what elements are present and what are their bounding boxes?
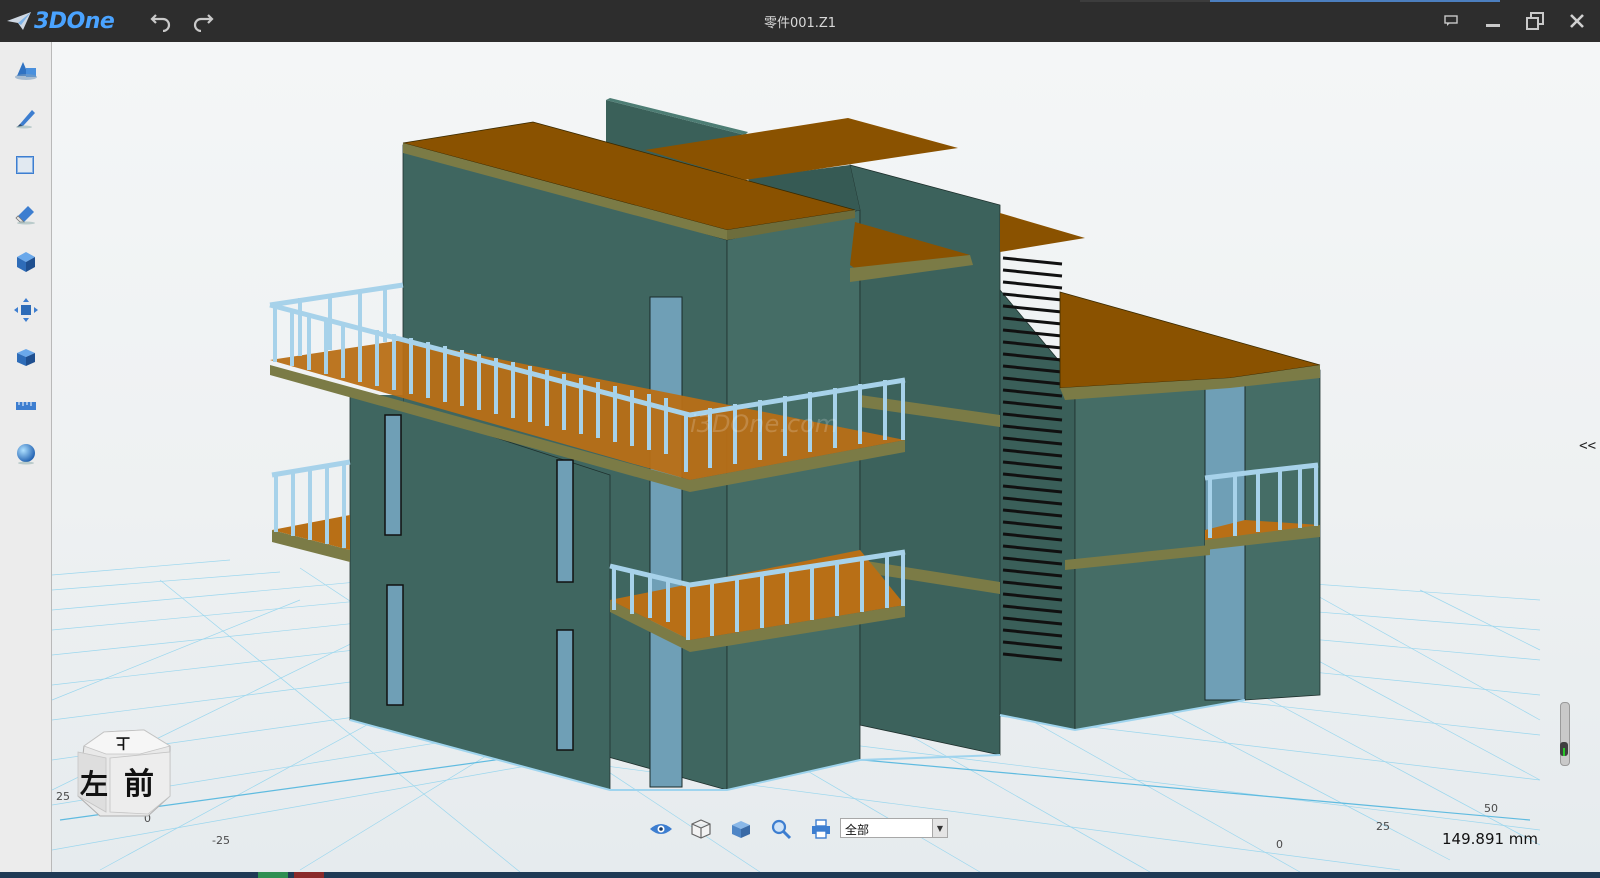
document-title: 零件001.Z1 xyxy=(763,16,837,31)
comment-icon xyxy=(1444,15,1458,26)
sketch-edit-button[interactable] xyxy=(10,150,42,182)
rectangle-icon xyxy=(16,156,34,174)
ruler-icon xyxy=(16,402,36,410)
zoom-slider-level xyxy=(1563,748,1565,756)
render-button[interactable] xyxy=(10,438,42,470)
bottom-toolbar: 全部 ▼ xyxy=(648,814,968,844)
watermark: i3DOne.com xyxy=(690,410,838,438)
shaded-cube-icon xyxy=(732,821,750,838)
collapse-panel-button[interactable]: << xyxy=(1579,438,1596,454)
basic-edit-button[interactable] xyxy=(10,294,42,326)
title-strip-accent xyxy=(1210,0,1500,2)
restore-button[interactable] xyxy=(1520,8,1550,34)
feature-modeling-button[interactable] xyxy=(10,246,42,278)
redo-icon xyxy=(193,14,214,32)
feedback-button[interactable] xyxy=(1436,8,1466,34)
minimize-button[interactable] xyxy=(1478,8,1508,34)
wireframe-view-button[interactable] xyxy=(688,816,714,842)
view-cube[interactable]: 上 左 前 xyxy=(70,724,180,824)
eraser-icon xyxy=(15,206,35,225)
left-toolbar xyxy=(0,42,52,872)
zoom-icon xyxy=(771,819,792,840)
close-icon xyxy=(1570,14,1584,28)
taskbar-app-green[interactable] xyxy=(258,872,288,878)
minimize-icon xyxy=(1486,24,1500,27)
restore-icon xyxy=(1526,12,1544,30)
taskbar-app-red[interactable] xyxy=(294,872,324,878)
grid-label-right-50: 50 xyxy=(1484,802,1498,815)
zoom-slider-track[interactable] xyxy=(1560,702,1570,766)
view-cube-front-label[interactable]: 前 xyxy=(124,767,154,802)
basic-solids-button[interactable] xyxy=(10,54,42,86)
title-bar: 3DOne 零件001.Z1 xyxy=(0,0,1600,43)
stacked-box-icon xyxy=(17,349,35,366)
view-cube-top-label[interactable]: 上 xyxy=(116,734,130,750)
paper-plane-logo-icon xyxy=(7,12,31,30)
grid-label-right-25: 25 xyxy=(1376,820,1390,833)
undo-button[interactable] xyxy=(148,8,174,34)
grid-label-left-neg25: -25 xyxy=(212,834,230,847)
visibility-button[interactable] xyxy=(648,816,674,842)
move-arrows-icon xyxy=(14,298,38,322)
distance-readout: 149.891 mm xyxy=(1442,830,1539,848)
chevron-down-icon[interactable]: ▼ xyxy=(932,819,947,837)
sphere-icon xyxy=(17,444,35,465)
cube-icon xyxy=(17,252,35,272)
shaded-view-button[interactable] xyxy=(728,816,754,842)
grid-label-left-25: 25 xyxy=(56,790,70,803)
pen-icon xyxy=(16,110,35,129)
wire-cube-icon xyxy=(691,819,711,839)
grid-label-right-0: 0 xyxy=(1276,838,1283,851)
building-model[interactable] xyxy=(269,98,1321,791)
print-button[interactable] xyxy=(808,816,834,842)
os-taskbar xyxy=(0,872,1600,878)
filter-select-value: 全部 xyxy=(845,823,870,837)
app-name: 3DOne xyxy=(34,8,115,34)
close-button[interactable] xyxy=(1562,8,1592,34)
combine-button[interactable] xyxy=(10,342,42,374)
special-features-button[interactable] xyxy=(10,198,42,230)
zoom-button[interactable] xyxy=(768,816,794,842)
solids-icon xyxy=(15,62,37,80)
measure-button[interactable] xyxy=(10,390,42,422)
print-icon xyxy=(812,819,830,839)
filter-select[interactable]: 全部 ▼ xyxy=(840,818,948,838)
3d-viewport[interactable]: i3DOne.com << 25 0 -25 50 25 0 上 左 前 全部 … xyxy=(52,42,1600,872)
sketch-button[interactable] xyxy=(10,102,42,134)
balcony-left xyxy=(271,459,351,562)
scene-canvas[interactable]: i3DOne.com xyxy=(52,42,1600,872)
redo-button[interactable] xyxy=(190,8,216,34)
app-logo[interactable]: 3DOne xyxy=(6,6,115,36)
view-cube-left-label[interactable]: 左 xyxy=(80,768,108,801)
eye-icon xyxy=(650,824,672,834)
undo-icon xyxy=(150,14,171,32)
